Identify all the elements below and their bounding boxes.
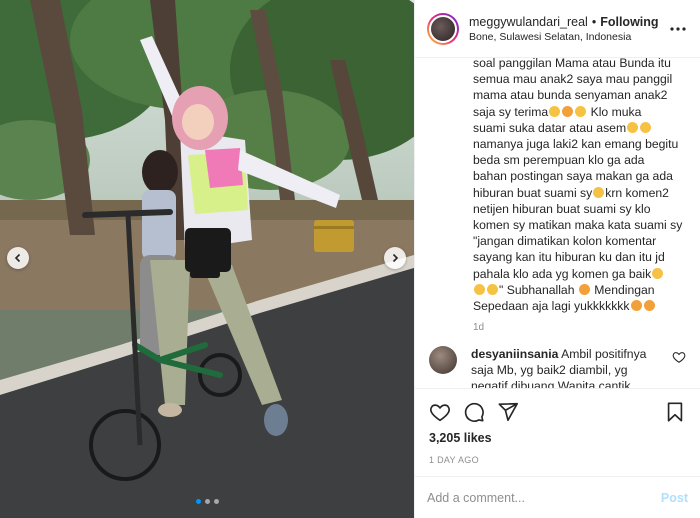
separator-dot: • (591, 14, 597, 29)
likes-count[interactable]: 3,205 likes (429, 431, 686, 445)
caption-line: bahan postingan saya makan ga ada (473, 169, 673, 184)
caption-line: pahala klo ada yg komen ga baik (473, 266, 652, 281)
action-icons (429, 397, 686, 427)
comment-input[interactable] (427, 490, 661, 505)
caption-line: komen sy matikan maka kata suami sy (473, 218, 683, 233)
add-comment-bar: Post (415, 476, 700, 518)
comment-line: saja Mb, yg baik2 diambil, yg (471, 363, 628, 378)
caption-line: " Subhanallah (499, 282, 575, 297)
comment-text: desyaniinsania Ambil positifnya saja Mb,… (471, 346, 672, 388)
heart-icon[interactable] (429, 401, 451, 423)
caption-line: hiburan buat suami sy (473, 185, 593, 200)
comment-line: Ambil positifnya (561, 347, 647, 361)
comments-area[interactable]: soal panggilan Mama atau Bunda itu semua… (415, 58, 700, 388)
instagram-post: meggywulandari_real • Following Bone, Su… (0, 0, 700, 518)
comment-item: desyaniinsania Ambil positifnya saja Mb,… (429, 346, 686, 388)
post-comment-button[interactable]: Post (661, 491, 688, 505)
caption-line: beda sm perempuan klo ga ada (473, 153, 645, 168)
caption-line: saja sy terima (473, 104, 549, 119)
caption-line: netijen hiburan buat suami sy klo (473, 201, 651, 216)
author-username[interactable]: meggywulandari_real (469, 15, 588, 29)
carousel-indicator (0, 499, 414, 504)
post-location[interactable]: Bone, Sulawesi Selatan, Indonesia (469, 31, 666, 43)
caption-line: mama atau bunda senyaman anak2 (473, 88, 668, 103)
chevron-right-icon (392, 253, 399, 263)
emoji-icon (643, 300, 655, 312)
emoji-icon (630, 300, 642, 312)
emoji-icon (652, 267, 664, 279)
emoji-icon (640, 121, 652, 133)
carousel-dot (213, 499, 219, 504)
author-avatar[interactable] (427, 12, 459, 45)
carousel-dot (195, 499, 201, 504)
caption-line: namanya juga laki2 kan emang begitu (473, 137, 679, 152)
post-side-panel: meggywulandari_real • Following Bone, Su… (414, 0, 700, 518)
emoji-icon (474, 283, 485, 295)
emoji-icon (575, 105, 587, 117)
emoji-icon (593, 186, 605, 198)
carousel-dot (204, 499, 210, 504)
caption-line: krn komen2 (605, 185, 669, 200)
chevron-left-icon (14, 253, 21, 263)
post-date[interactable]: 1 DAY AGO (429, 455, 686, 465)
like-comment-icon[interactable] (672, 350, 686, 364)
following-button[interactable]: Following (600, 15, 658, 29)
emoji-icon (627, 121, 639, 133)
caption-line: Mendingan (594, 282, 655, 297)
caption-line: sayang kan itu hiburan ku dan itu jd (473, 250, 665, 265)
author-info: meggywulandari_real • Following Bone, Su… (469, 15, 666, 43)
post-header: meggywulandari_real • Following Bone, Su… (415, 0, 700, 58)
bookmark-icon[interactable] (664, 401, 686, 423)
share-icon[interactable] (497, 401, 519, 423)
commenter-username[interactable]: desyaniinsania (471, 347, 558, 361)
previous-photo-button[interactable] (7, 247, 29, 269)
caption-line: Sepedaan aja lagi yukkkkkkk (473, 299, 630, 314)
caption-line: soal panggilan Mama atau Bunda itu (473, 58, 671, 70)
caption-line: "jangan dimatikan kolon komentar (473, 234, 657, 249)
more-options-button[interactable] (666, 17, 690, 41)
emoji-icon (549, 105, 561, 117)
emoji-icon (562, 105, 574, 117)
caption-timestamp[interactable]: 1d (473, 322, 684, 333)
emoji-icon (487, 283, 498, 295)
more-horizontal-icon (670, 26, 686, 31)
emoji-icon (578, 283, 590, 295)
comment-icon[interactable] (463, 401, 485, 423)
commenter-avatar[interactable] (429, 346, 457, 374)
photo-scene (0, 0, 414, 518)
post-photo[interactable] (0, 0, 414, 518)
caption-line: Klo muka (590, 104, 642, 119)
caption-line: semua mau anak2 saya mau panggil (473, 72, 673, 87)
post-caption: soal panggilan Mama atau Bunda itu semua… (473, 58, 684, 314)
next-photo-button[interactable] (384, 247, 406, 269)
comment-line: negatif dibuang Wanita cantik (471, 379, 631, 388)
caption-line: suami suka datar atau asem (473, 120, 627, 135)
